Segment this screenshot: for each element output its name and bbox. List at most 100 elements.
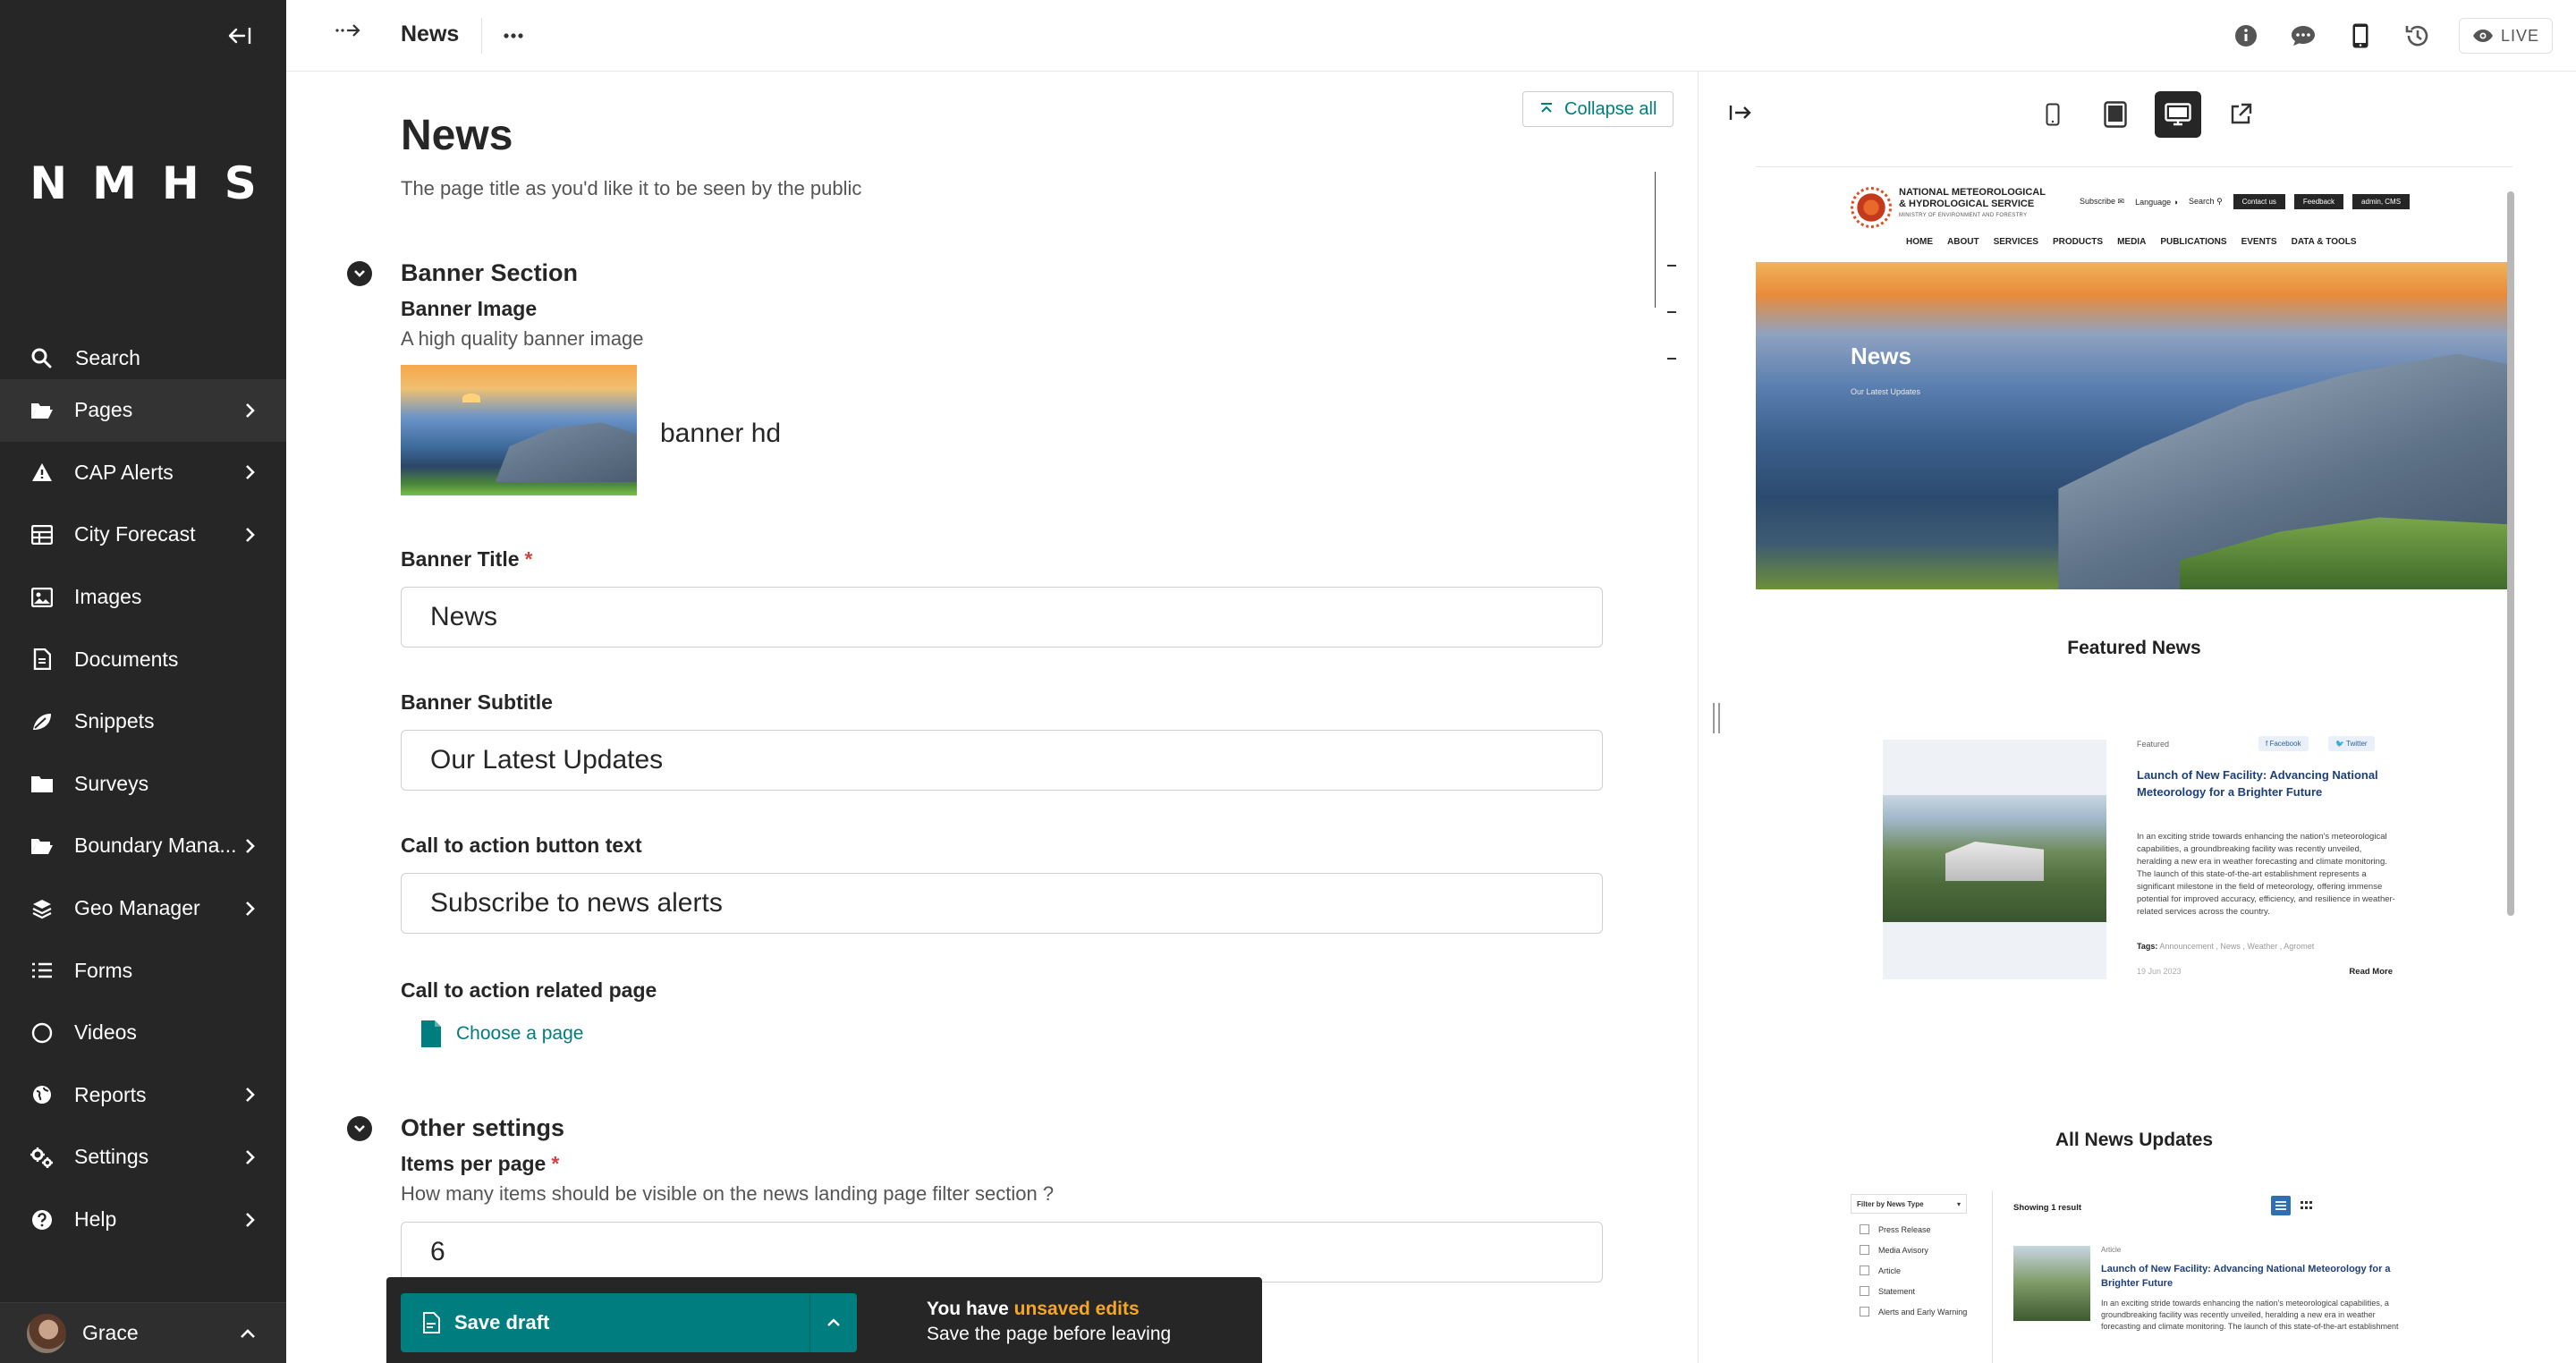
news-filter: Filter by News Type ▾ Press Release Media… — [1851, 1194, 1981, 1316]
filter-option[interactable]: Media Avisory — [1860, 1245, 1981, 1255]
checkbox[interactable] — [1860, 1245, 1869, 1255]
chevron-down-icon[interactable] — [347, 1115, 372, 1141]
org-ministry: MINISTRY OF ENVIRONMENT AND FORESTRY — [1899, 213, 2028, 218]
sidebar-item-label: Images — [74, 585, 142, 609]
site-nav-item[interactable]: PUBLICATIONS — [2160, 237, 2226, 247]
checkbox[interactable] — [1860, 1266, 1869, 1275]
site-admin-button[interactable]: admin, CMS — [2352, 194, 2411, 209]
breadcrumb-toggle[interactable] — [335, 21, 361, 45]
preview-scrollbar[interactable] — [2507, 191, 2514, 916]
cta-text-input[interactable]: Subscribe to news alerts — [401, 873, 1603, 934]
twitter-share-button[interactable]: 🐦 Twitter — [2328, 736, 2375, 751]
sidebar-search[interactable]: Search — [0, 329, 286, 386]
info-button[interactable] — [2217, 0, 2275, 72]
snippet-icon — [30, 709, 55, 734]
site-contact-button[interactable]: Contact us — [2233, 194, 2285, 209]
sidebar-item-label: City Forecast — [74, 522, 196, 546]
tags-list: Announcement , News , Weather , Agromet — [2159, 942, 2315, 951]
sidebar-item-geo-manager[interactable]: Geo Manager — [0, 877, 286, 940]
sidebar-item-settings[interactable]: Settings — [0, 1126, 286, 1189]
sidebar-item-cap-alerts[interactable]: CAP Alerts — [0, 442, 286, 504]
account-menu[interactable]: Grace — [0, 1302, 286, 1363]
site-nav-item[interactable]: DATA & TOOLS — [2292, 237, 2357, 247]
collapse-all-button[interactable]: Collapse all — [1522, 91, 1674, 127]
cta-page-label: Call to action related page — [401, 978, 657, 1002]
filter-option[interactable]: Article — [1860, 1266, 1981, 1275]
checkbox[interactable] — [1860, 1224, 1869, 1234]
site-nav-item[interactable]: HOME — [1906, 237, 1933, 247]
preview-tablet-size-button[interactable] — [2092, 91, 2139, 138]
checkbox[interactable] — [1860, 1307, 1869, 1316]
collapse-all-label: Collapse all — [1564, 98, 1657, 119]
sidebar-item-forms[interactable]: Forms — [0, 939, 286, 1002]
external-link-icon — [2231, 103, 2252, 124]
site-nav-item[interactable]: EVENTS — [2241, 237, 2277, 247]
filter-option[interactable]: Press Release — [1860, 1224, 1981, 1234]
banner-image-help: A high quality banner image — [401, 327, 644, 350]
checkbox[interactable] — [1860, 1286, 1869, 1296]
sidebar-item-boundary-manager[interactable]: Boundary Mana... — [0, 815, 286, 877]
chevron-up-icon — [827, 1318, 840, 1326]
site-logo[interactable]: NMHS — [0, 157, 286, 209]
items-per-page-input[interactable]: 6 — [401, 1222, 1603, 1283]
sidebar-item-images[interactable]: Images — [0, 566, 286, 629]
facebook-share-button[interactable]: f Facebook — [2258, 736, 2309, 751]
live-status-badge[interactable]: LIVE — [2458, 18, 2553, 54]
site-nav-item[interactable]: ABOUT — [1947, 237, 1979, 247]
minimap-item[interactable] — [1667, 358, 1676, 360]
sidebar-item-snippets[interactable]: Snippets — [0, 690, 286, 753]
save-draft-button-group: Save draft — [401, 1293, 857, 1352]
comments-button[interactable] — [2275, 0, 2332, 72]
preview-mobile-size-button[interactable] — [2029, 91, 2076, 138]
search-icon — [31, 348, 52, 368]
sidebar-item-help[interactable]: Help — [0, 1189, 286, 1251]
close-preview-button[interactable] — [1729, 104, 1752, 126]
open-preview-new-tab-button[interactable] — [2217, 91, 2264, 138]
sidebar-item-documents[interactable]: Documents — [0, 628, 286, 690]
items-per-page-label: Items per page * — [401, 1152, 559, 1176]
sidebar-item-city-forecast[interactable]: City Forecast — [0, 504, 286, 566]
history-button[interactable] — [2389, 0, 2446, 72]
more-actions-button[interactable] — [503, 18, 524, 46]
page-title-field[interactable]: News — [401, 111, 513, 160]
sidebar-item-videos[interactable]: Videos — [0, 1002, 286, 1064]
site-nav-item[interactable]: SERVICES — [1994, 237, 2038, 247]
other-settings-header[interactable]: Other settings — [347, 1114, 564, 1142]
site-subscribe-link[interactable]: Subscribe ✉ — [2080, 197, 2124, 207]
banner-subtitle-input[interactable]: Our Latest Updates — [401, 730, 1603, 791]
list-view-button[interactable] — [2271, 1196, 2291, 1215]
chevron-down-icon[interactable] — [347, 260, 372, 286]
warning-icon — [30, 460, 55, 485]
grid-view-button[interactable] — [2296, 1196, 2316, 1215]
preview-mobile-button[interactable] — [2332, 0, 2389, 72]
site-nav-item[interactable]: PRODUCTS — [2053, 237, 2103, 247]
filter-option[interactable]: Alerts and Early Warning — [1860, 1307, 1981, 1316]
collapse-sidebar-button[interactable] — [224, 20, 256, 52]
featured-news-title[interactable]: Launch of New Facility: Advancing Nation… — [2137, 766, 2396, 800]
site-search-link[interactable]: Search ⚲ — [2189, 197, 2223, 207]
breadcrumb-current-page[interactable]: News — [401, 21, 459, 47]
sidebar-item-surveys[interactable]: Surveys — [0, 753, 286, 816]
read-more-link[interactable]: Read More — [2349, 967, 2393, 977]
featured-news-card[interactable]: Featured f Facebook 🐦 Twitter Launch of … — [1883, 736, 2398, 979]
more-save-actions-button[interactable] — [810, 1318, 857, 1327]
preview-desktop-size-button[interactable] — [2155, 91, 2201, 138]
news-type-select-label: Filter by News Type — [1857, 1199, 1924, 1208]
minimap-item[interactable] — [1667, 311, 1676, 313]
banner-title-input[interactable]: News — [401, 587, 1603, 648]
banner-title-label: Banner Title * — [401, 547, 532, 571]
minimap-item[interactable] — [1667, 265, 1676, 267]
site-feedback-button[interactable]: Feedback — [2293, 194, 2344, 209]
banner-image-thumbnail[interactable] — [401, 365, 637, 495]
save-draft-button[interactable]: Save draft — [401, 1311, 809, 1334]
choose-page-button[interactable]: Choose a page — [420, 1020, 583, 1048]
sidebar-item-reports[interactable]: Reports — [0, 1064, 286, 1127]
news-type-select[interactable]: Filter by News Type ▾ — [1851, 1194, 1967, 1214]
site-language-link[interactable]: Language ◑ — [2135, 198, 2178, 207]
resize-handle[interactable] — [1713, 703, 1720, 733]
filter-option[interactable]: Statement — [1860, 1286, 1981, 1296]
sidebar-item-pages[interactable]: Pages — [0, 379, 286, 442]
banner-section-header[interactable]: Banner Section — [347, 259, 578, 287]
news-list-title[interactable]: Launch of New Facility: Advancing Nation… — [2101, 1262, 2405, 1291]
site-nav-item[interactable]: MEDIA — [2117, 237, 2146, 247]
